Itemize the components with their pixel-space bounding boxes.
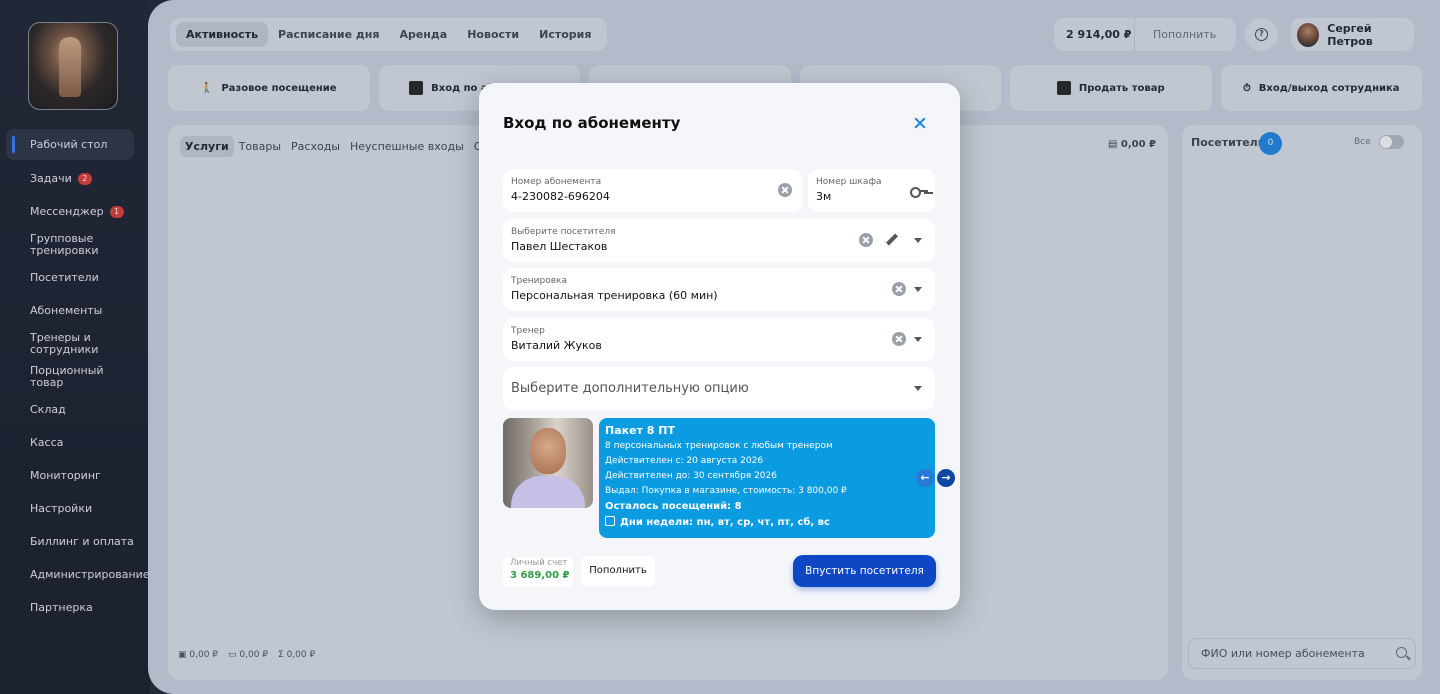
membership-number-field[interactable]: Номер абонемента 4-230082-696204 [503,169,802,212]
edit-icon[interactable] [885,233,899,247]
field-label: Выберите посетителя [511,227,616,237]
chevron-down-icon[interactable] [914,386,922,391]
card-pager: ← → [916,469,955,487]
field-value: Виталий Жуков [511,339,602,352]
clear-icon[interactable] [892,282,906,296]
card-weekdays: Дни недели: пн, вт, ср, чт, пт, сб, вс [605,516,929,528]
clear-icon[interactable] [778,183,792,197]
card-valid-to: Действителен до: 30 сентября 2026 [605,471,777,481]
field-label: Номер шкафа [816,177,882,187]
account-balance: 3 689,00 ₽ [510,570,570,581]
visitor-select[interactable]: Выберите посетителя Павел Шестаков [503,219,935,262]
visitor-photo [503,418,593,508]
clear-icon[interactable] [892,332,906,346]
chevron-down-icon[interactable] [914,337,922,342]
extra-option-select[interactable]: Выберите дополнительную опцию [503,367,935,410]
field-value: Персональная тренировка (60 мин) [511,289,718,302]
field-placeholder: Выберите дополнительную опцию [511,381,749,396]
arrow-left-icon[interactable]: ← [916,469,934,487]
membership-card: Пакет 8 ПТ 8 персональных тренировок с л… [599,418,935,538]
arrow-right-icon[interactable]: → [937,469,955,487]
admit-visitor-button[interactable]: Впустить посетителя [793,555,936,587]
field-label: Номер абонемента [511,177,602,187]
trainer-select[interactable]: Тренер Виталий Жуков [503,318,935,361]
clear-icon[interactable] [859,233,873,247]
card-visits-left: Осталось посещений: 8 [605,501,742,512]
field-value: 3м [816,190,832,203]
card-valid-from: Действителен с: 20 августа 2026 [605,456,764,466]
account-topup-button[interactable]: Пополнить [581,556,655,586]
personal-account: Личный счет 3 689,00 ₽ [503,557,573,587]
field-value: Павел Шестаков [511,240,608,253]
chevron-down-icon[interactable] [914,287,922,292]
card-description: 8 персональных тренировок с любым тренер… [605,441,833,451]
calendar-icon [605,516,615,526]
field-label: Тренировка [511,276,567,286]
account-label: Личный счет [510,558,568,568]
dialog-title: Вход по абонементу [503,114,681,132]
field-label: Тренер [511,326,545,336]
chevron-down-icon[interactable] [914,238,922,243]
membership-entry-dialog: Вход по абонементу Номер абонемента 4-23… [479,83,960,610]
field-value: 4-230082-696204 [511,190,610,203]
training-select[interactable]: Тренировка Персональная тренировка (60 м… [503,268,935,311]
card-title: Пакет 8 ПТ [605,424,675,437]
key-icon [910,185,928,198]
weekdays-text: Дни недели: пн, вт, ср, чт, пт, сб, вс [620,517,830,528]
locker-number-field[interactable]: Номер шкафа 3м [808,169,935,212]
close-icon[interactable] [911,115,929,133]
card-issued-by: Выдал: Покупка в магазине, стоимость: 3 … [605,486,847,496]
